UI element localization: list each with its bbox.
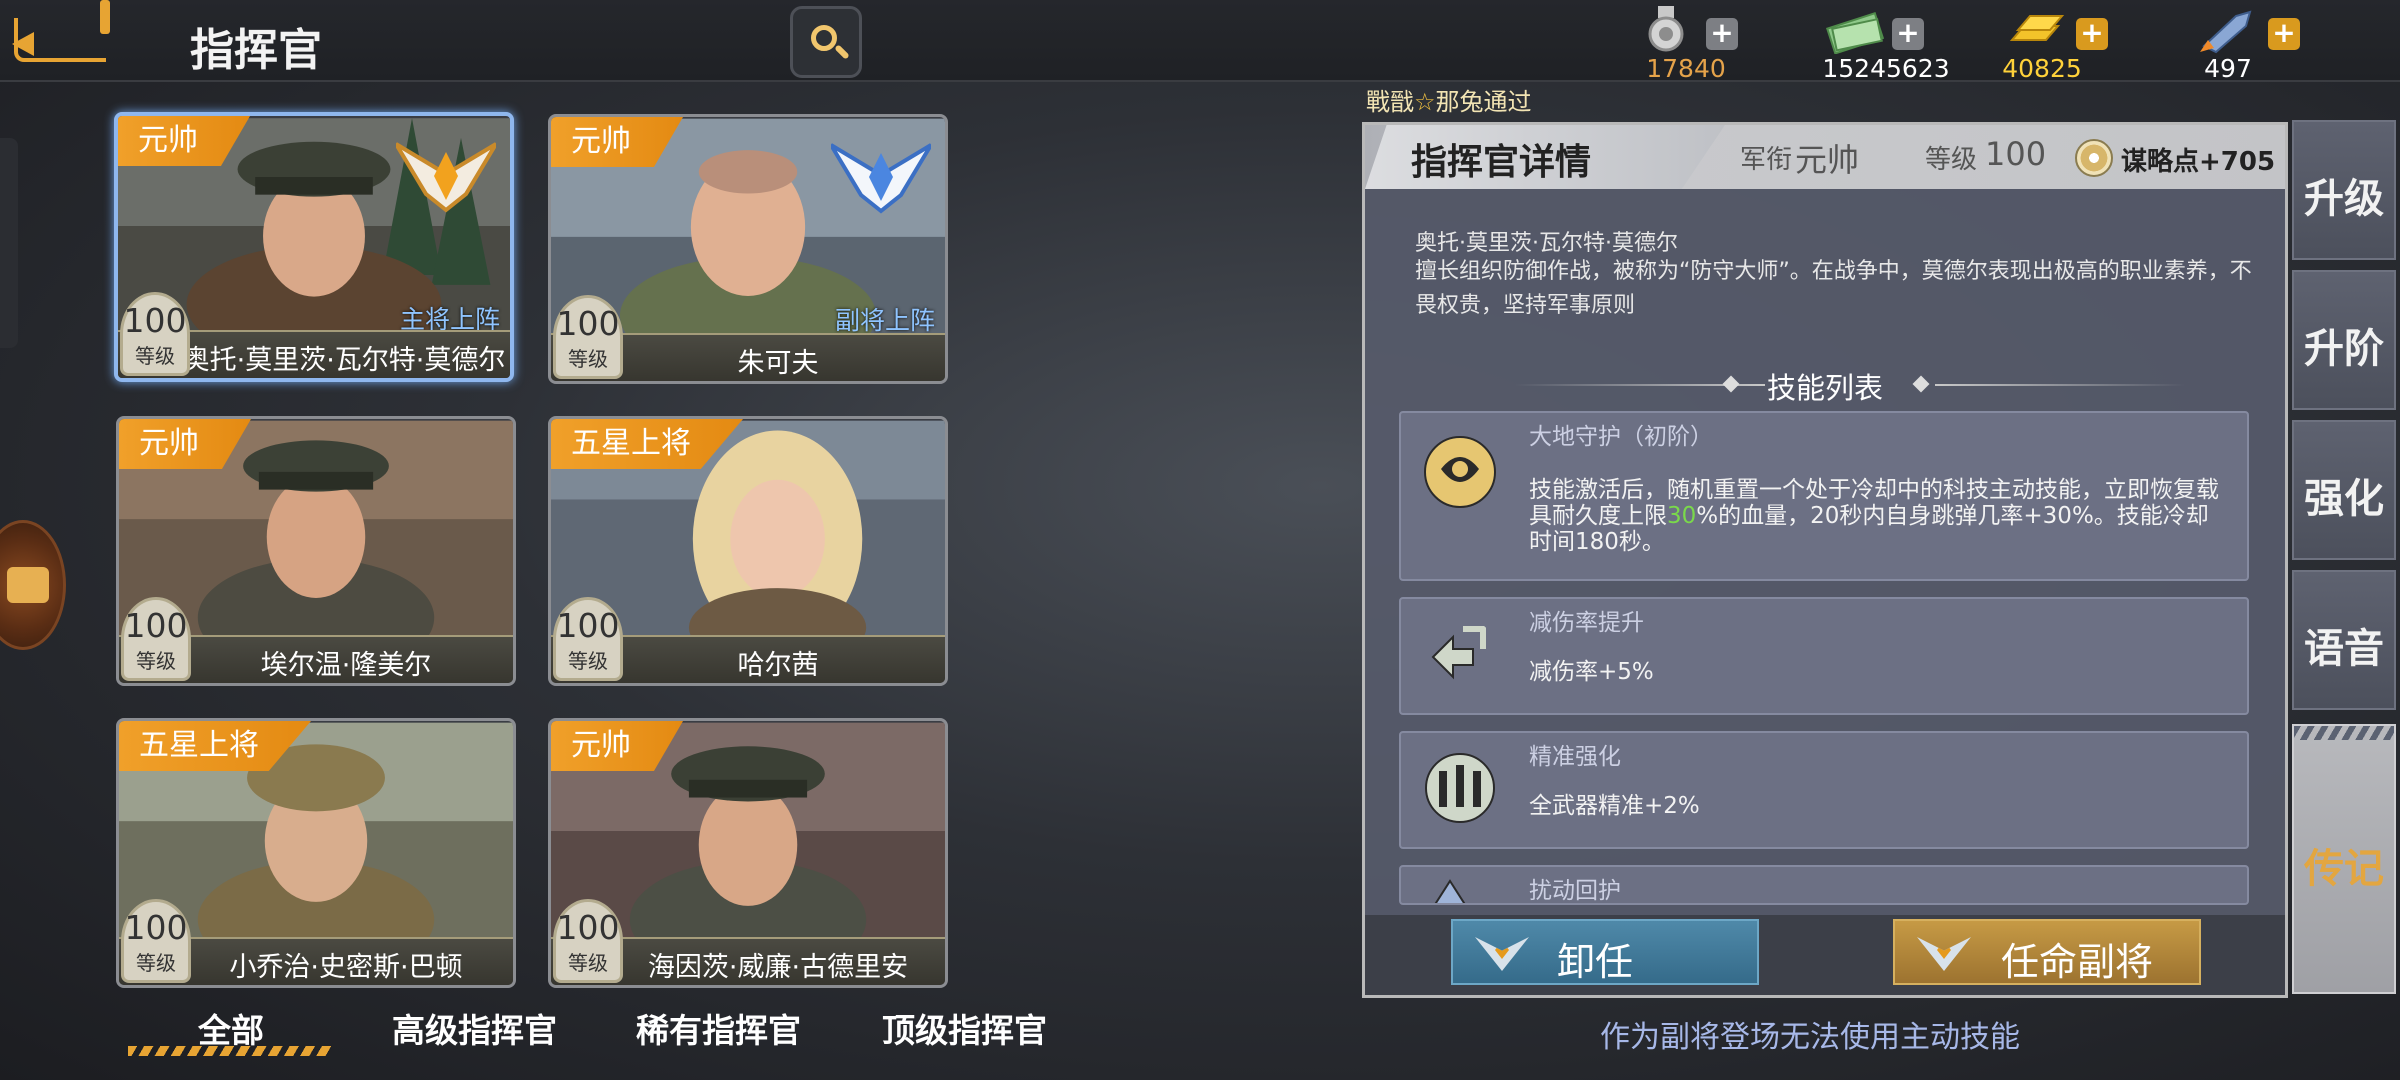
add-rocket-button[interactable]: + (2268, 18, 2300, 50)
add-cash-button[interactable]: + (1892, 18, 1924, 50)
disturbance-guard-icon (1434, 879, 1466, 903)
precision-icon (1425, 753, 1495, 823)
announcement-marquee: 戰戩☆那兔通过 (1366, 88, 1532, 116)
add-medal-button[interactable]: + (1706, 18, 1738, 50)
damage-reduction-icon (1431, 626, 1486, 680)
commander-name: 海因茨·威廉·古德里安 (647, 952, 909, 983)
skill-card[interactable]: 减伤率提升 减伤率+5% (1399, 597, 2249, 715)
commander-full-name: 奥托·莫里茨·瓦尔特·莫德尔 (1415, 231, 1678, 256)
add-gold-button[interactable]: + (2076, 18, 2108, 50)
gold-bar-icon (2009, 15, 2065, 41)
gold-wing-emblem-icon (396, 142, 496, 213)
earth-guard-icon (1424, 436, 1496, 508)
skill-name: 减伤率提升 (1529, 610, 1644, 636)
tab-all[interactable]: 全部 (198, 1004, 264, 1052)
left-edge-handle[interactable] (0, 138, 18, 348)
resource-medal: + 17840 (1620, 6, 1800, 83)
level-badge: 100 等级 (553, 597, 623, 681)
level-badge: 100 等级 (120, 292, 190, 376)
tab-top[interactable]: 顶级指挥官 (882, 1004, 1047, 1052)
level-badge: 100 等级 (121, 899, 191, 983)
level-badge: 100 等级 (553, 295, 623, 379)
tab-enhance[interactable]: 强化 (2292, 420, 2396, 560)
commander-name: 埃尔温·隆美尔 (260, 650, 432, 681)
gold-value: 40825 (2002, 54, 2082, 83)
commander-card[interactable]: 元帅 副将上阵 朱可夫 100 等级 (548, 114, 948, 384)
rank-label: 军衔 (1740, 145, 1793, 175)
tab-voice[interactable]: 语音 (2292, 570, 2396, 710)
skill-card[interactable]: 大地守护（初阶） 技能激活后，随机重置一个处于冷却中的科技主动技能，立即恢复载具… (1399, 411, 2249, 581)
commander-name: 小乔治·史密斯·巴顿 (229, 952, 463, 983)
commander-card[interactable]: 五星上将 哈尔茜 100 等级 (548, 416, 948, 686)
deputy-note: 作为副将登场无法使用主动技能 (1600, 1020, 2020, 1055)
skill-name: 精准强化 (1529, 744, 1621, 770)
skill-card[interactable]: 精准强化 全武器精准+2% (1399, 731, 2249, 849)
wing-emblem-icon (1475, 937, 1529, 971)
skill-description: 减伤率+5% (1529, 659, 1654, 685)
tab-biography[interactable]: 传记 (2292, 724, 2396, 994)
active-tab-indicator (128, 1046, 332, 1056)
skill-description: 技能激活后，随机重置一个处于冷却中的科技主动技能，立即恢复载具耐久度上限30%的… (1529, 477, 2219, 555)
skill-name: 扰动回护 (1529, 878, 1621, 904)
skill-description: 全武器精准+2% (1529, 793, 1700, 819)
skill-card[interactable]: 扰动回护 (1399, 865, 2249, 905)
deploy-status: 副将上阵 (834, 306, 935, 335)
commander-name: 奥托·莫里茨·瓦尔特·莫德尔 (182, 345, 506, 376)
commander-card[interactable]: 元帅 海因茨·威廉·古德里安 100 等级 (548, 718, 948, 988)
commander-card[interactable]: 元帅 主将上阵 奥托·莫里茨·瓦尔特·莫德尔 100 等级 (114, 112, 514, 382)
treasure-chest-icon[interactable] (0, 520, 66, 650)
rocket-value: 497 (2204, 54, 2252, 83)
tab-advanced[interactable]: 高级指挥官 (392, 1004, 557, 1052)
cash-icon (1826, 11, 1885, 54)
skills-title: 技能列表 (1766, 371, 1883, 405)
level-badge: 100 等级 (553, 899, 623, 983)
strategy-point-icon (2075, 139, 2113, 177)
tab-upgrade[interactable]: 升级 (2292, 120, 2396, 260)
medal-icon (1648, 6, 1684, 52)
commander-description: 擅长组织防御作战，被称为“防守大师”。在战争中，莫德尔表现出极高的职业素养，不畏… (1415, 259, 2252, 318)
appoint-deputy-button[interactable]: 任命副将 (1893, 919, 2201, 985)
blue-wing-emblem-icon (831, 143, 931, 214)
level-label: 等级 (1925, 145, 1978, 175)
top-bar: 指挥官 + 17840 + 15245623 + 40825 + 497 (0, 0, 2400, 83)
strategy-points: 谋略点+705 (2121, 147, 2276, 177)
wing-emblem-icon (1917, 937, 1971, 971)
tab-rare[interactable]: 稀有指挥官 (636, 1004, 801, 1052)
panel-title: 指挥官详情 (1411, 142, 1592, 183)
tab-promote[interactable]: 升阶 (2292, 270, 2396, 410)
rocket-icon (2200, 10, 2252, 54)
level-value: 100 (1985, 135, 2047, 173)
commander-name: 朱可夫 (737, 348, 819, 379)
commander-card[interactable]: 元帅 埃尔温·隆美尔 100 等级 (116, 416, 516, 686)
level-badge: 100 等级 (121, 597, 191, 681)
resource-rocket: + 497 (2196, 6, 2336, 83)
commander-card[interactable]: 五星上将 小乔治·史密斯·巴顿 100 等级 (116, 718, 516, 988)
search-button[interactable] (790, 6, 862, 78)
dismiss-button[interactable]: 卸任 (1451, 919, 1759, 985)
search-icon (811, 25, 837, 51)
rank-value: 元帅 (1795, 141, 1860, 179)
commander-detail-panel: 指挥官详情 军衔 元帅 等级 100 谋略点+705 奥托·莫里茨·瓦尔特·莫德… (1362, 122, 2288, 998)
commander-name: 哈尔茜 (737, 650, 819, 681)
back-arrow-icon[interactable] (12, 0, 110, 62)
skill-name: 大地守护（初阶） (1529, 424, 1713, 450)
medal-value: 17840 (1646, 54, 1726, 83)
page-title: 指挥官 (190, 25, 322, 76)
